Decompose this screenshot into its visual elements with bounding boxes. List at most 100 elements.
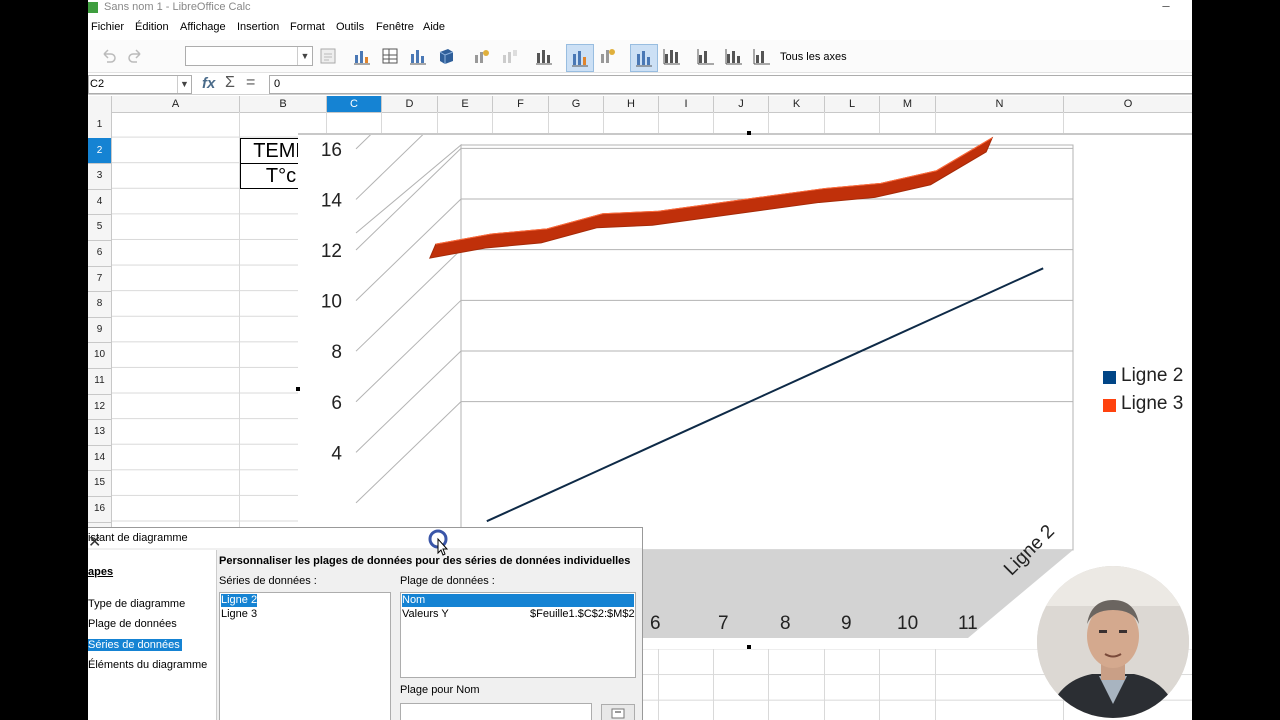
row-header-14[interactable]: 14 xyxy=(88,445,111,472)
insert-titles-icon[interactable] xyxy=(472,46,492,66)
menu-affichage[interactable]: Affichage xyxy=(180,21,226,33)
column-header-h[interactable]: H xyxy=(604,96,659,112)
legend-on-off-icon[interactable] xyxy=(534,46,554,66)
step-chart-elements[interactable]: Éléments du diagramme xyxy=(88,659,207,671)
y-tick-label: 16 xyxy=(321,140,342,161)
menu-format[interactable]: Format xyxy=(290,21,325,33)
format-selection-icon[interactable] xyxy=(318,46,338,66)
column-header-f[interactable]: F xyxy=(493,96,549,112)
column-header-b[interactable]: B xyxy=(240,96,327,112)
menu-insertion[interactable]: Insertion xyxy=(237,21,279,33)
data-ranges-list[interactable]: Nom Valeurs Y $Feuille1.$C$2:$M$2 xyxy=(400,592,636,678)
minimize-button[interactable]: – xyxy=(1156,0,1176,13)
chart-wizard-dialog: istant de diagramme ✕ apes Type de diagr… xyxy=(88,527,643,720)
column-header-c[interactable]: C xyxy=(327,96,382,112)
all-axes-icon[interactable] xyxy=(752,46,772,66)
name-box-value: C2 xyxy=(90,78,105,90)
y-tick-label: 12 xyxy=(321,241,342,262)
series-list[interactable]: Ligne 2 Ligne 3 xyxy=(219,592,391,720)
selection-handle[interactable] xyxy=(296,387,300,391)
menu-fenetre[interactable]: Fenêtre xyxy=(376,21,414,33)
chart-element-select[interactable]: ▼ xyxy=(185,46,313,66)
range-row-name: Nom xyxy=(402,594,426,606)
sum-icon[interactable]: Σ xyxy=(225,74,235,92)
range-row-value: $Feuille1.$C$2:$M$2 xyxy=(530,608,635,620)
close-icon[interactable]: ✕ xyxy=(88,532,636,552)
all-titles-icon[interactable] xyxy=(724,46,744,66)
menu-edition[interactable]: Édition xyxy=(135,21,169,33)
row-header-13[interactable]: 13 xyxy=(88,419,111,446)
mouse-cursor xyxy=(428,529,448,556)
title-bar: Sans nom 1 - LibreOffice Calc – xyxy=(88,0,1192,16)
vertical-grids-icon[interactable] xyxy=(598,46,618,66)
chart-toolbar: ▼ Tous les axes xyxy=(88,40,1192,73)
row-header-10[interactable]: 10 xyxy=(88,342,111,369)
series-item-ligne-3[interactable]: Ligne 3 xyxy=(221,608,257,621)
row-header-11[interactable]: 11 xyxy=(88,368,111,395)
row-header-2[interactable]: 2 xyxy=(88,137,111,165)
row-header-6[interactable]: 6 xyxy=(88,240,111,267)
formula-icon[interactable]: = xyxy=(246,74,255,92)
column-header-g[interactable]: G xyxy=(549,96,604,112)
x-tick-label: 6 xyxy=(650,613,661,634)
column-header-n[interactable]: N xyxy=(936,96,1064,112)
x-tick-label: 10 xyxy=(897,613,919,634)
name-range-input[interactable] xyxy=(400,703,592,720)
calc-window: Sans nom 1 - LibreOffice Calc – Fichier … xyxy=(88,0,1192,720)
column-header-i[interactable]: I xyxy=(659,96,714,112)
column-header-m[interactable]: M xyxy=(880,96,936,112)
formula-input[interactable]: 0 xyxy=(269,75,1192,94)
shrink-icon xyxy=(611,708,625,719)
horizontal-grids-icon[interactable] xyxy=(566,44,594,72)
row-header-3[interactable]: 3 xyxy=(88,163,111,190)
redo-icon[interactable] xyxy=(126,46,146,66)
data-ranges-icon[interactable] xyxy=(408,46,428,66)
step-data-range[interactable]: Plage de données xyxy=(88,618,177,630)
row-header-12[interactable]: 12 xyxy=(88,394,111,421)
row-header-4[interactable]: 4 xyxy=(88,189,111,216)
row-header-7[interactable]: 7 xyxy=(88,266,111,293)
row-header-16[interactable]: 16 xyxy=(88,496,111,523)
column-header-j[interactable]: J xyxy=(714,96,769,112)
x-tick-label: 8 xyxy=(780,613,791,634)
legend-swatch xyxy=(1103,399,1116,412)
column-header-e[interactable]: E xyxy=(438,96,493,112)
step-data-series[interactable]: Séries de données xyxy=(88,639,182,651)
column-header-o[interactable]: O xyxy=(1064,96,1192,112)
x-tick-label: 11 xyxy=(958,613,978,634)
legend-label: Ligne 3 xyxy=(1121,393,1184,414)
name-box[interactable]: C2 ▼ xyxy=(88,75,192,94)
data-table-icon[interactable] xyxy=(380,46,400,66)
insert-legend-icon[interactable] xyxy=(500,46,520,66)
column-header-l[interactable]: L xyxy=(825,96,880,112)
automatic-layout-icon[interactable] xyxy=(696,46,716,66)
show-axes-icon[interactable] xyxy=(630,44,658,72)
range-row-nom[interactable]: Nom xyxy=(402,594,634,607)
menu-aide[interactable]: Aide xyxy=(423,21,445,33)
menu-fichier[interactable]: Fichier xyxy=(91,21,124,33)
series-item-ligne-2[interactable]: Ligne 2 xyxy=(221,594,258,607)
shrink-range-button[interactable] xyxy=(601,704,635,720)
selection-handle[interactable] xyxy=(747,131,751,135)
range-row-valeurs-y[interactable]: Valeurs Y $Feuille1.$C$2:$M$2 xyxy=(402,608,635,621)
row-header-15[interactable]: 15 xyxy=(88,470,111,497)
3d-view-icon[interactable] xyxy=(436,46,456,66)
function-wizard-icon[interactable]: fx xyxy=(202,75,215,92)
chart-type-icon[interactable] xyxy=(352,46,372,66)
row-header-8[interactable]: 8 xyxy=(88,291,111,318)
scale-text-icon[interactable] xyxy=(662,46,682,66)
row-headers: 1 2 3 4 5 6 7 8 9 10 11 12 13 14 15 16 xyxy=(88,112,112,532)
step-chart-type[interactable]: Type de diagramme xyxy=(88,598,185,610)
undo-icon[interactable] xyxy=(98,46,118,66)
select-all-corner[interactable] xyxy=(88,96,112,112)
column-header-d[interactable]: D xyxy=(382,96,438,112)
menu-outils[interactable]: Outils xyxy=(336,21,364,33)
range-row-name: Valeurs Y xyxy=(402,608,449,620)
column-header-a[interactable]: A xyxy=(112,96,240,112)
row-header-9[interactable]: 9 xyxy=(88,317,111,344)
row-header-1[interactable]: 1 xyxy=(88,112,111,139)
row-header-5[interactable]: 5 xyxy=(88,214,111,241)
column-header-k[interactable]: K xyxy=(769,96,825,112)
selection-handle[interactable] xyxy=(747,645,751,649)
all-axes-button[interactable]: Tous les axes xyxy=(780,51,847,63)
